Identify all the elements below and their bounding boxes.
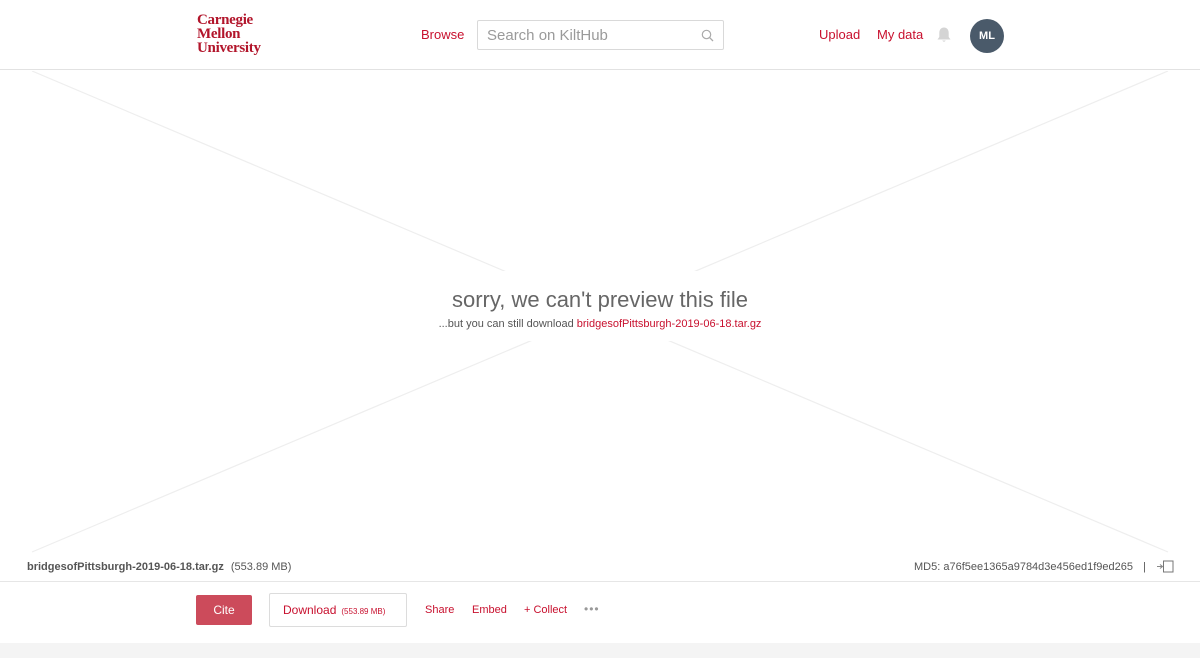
separator: | (1143, 561, 1146, 573)
share-link[interactable]: Share (425, 604, 454, 616)
file-preview-area: sorry, we can't preview this file ...but… (0, 71, 1200, 581)
bell-icon[interactable] (936, 26, 952, 44)
search-box (477, 20, 724, 50)
search-input[interactable] (478, 21, 688, 49)
my-data-link[interactable]: My data (877, 27, 923, 42)
action-bar: Cite Download (553.89 MB) Share Embed + C… (0, 581, 1200, 643)
cite-button[interactable]: Cite (196, 595, 252, 625)
fullscreen-icon[interactable] (1156, 560, 1174, 573)
search-icon[interactable] (701, 29, 714, 42)
footer-band (0, 643, 1200, 658)
logo-line-2: Mellon (197, 26, 241, 42)
browse-link[interactable]: Browse (421, 27, 464, 42)
subtitle-text: ...but you can still download (438, 318, 577, 330)
logo-line-1: Carnegie (197, 12, 253, 28)
embed-link[interactable]: Embed (472, 604, 507, 616)
user-avatar[interactable]: ML (970, 19, 1004, 53)
cmu-logo[interactable]: Carnegie Mellon University (197, 12, 261, 56)
file-size: (553.89 MB) (230, 561, 292, 573)
download-label: Download (283, 603, 337, 617)
site-header: Carnegie Mellon University Browse Upload… (0, 0, 1200, 70)
more-options-icon[interactable]: ••• (584, 603, 600, 615)
logo-line-3: University (197, 40, 261, 56)
download-size: (553.89 MB) (341, 607, 386, 616)
no-preview-subtitle: ...but you can still download bridgesofP… (0, 318, 1200, 330)
file-download-link[interactable]: bridgesofPittsburgh-2019-06-18.tar.gz (577, 318, 762, 330)
file-name: bridgesofPittsburgh-2019-06-18.tar.gz (27, 561, 224, 573)
no-preview-title: sorry, we can't preview this file (451, 287, 748, 312)
collect-link[interactable]: + Collect (524, 604, 567, 616)
download-button[interactable]: Download (553.89 MB) (269, 593, 407, 627)
upload-link[interactable]: Upload (819, 27, 860, 42)
file-info: bridgesofPittsburgh-2019-06-18.tar.gz (5… (27, 561, 291, 573)
md5-checksum: MD5: a76f5ee1365a9784d3e456ed1f9ed265 (914, 561, 1133, 573)
